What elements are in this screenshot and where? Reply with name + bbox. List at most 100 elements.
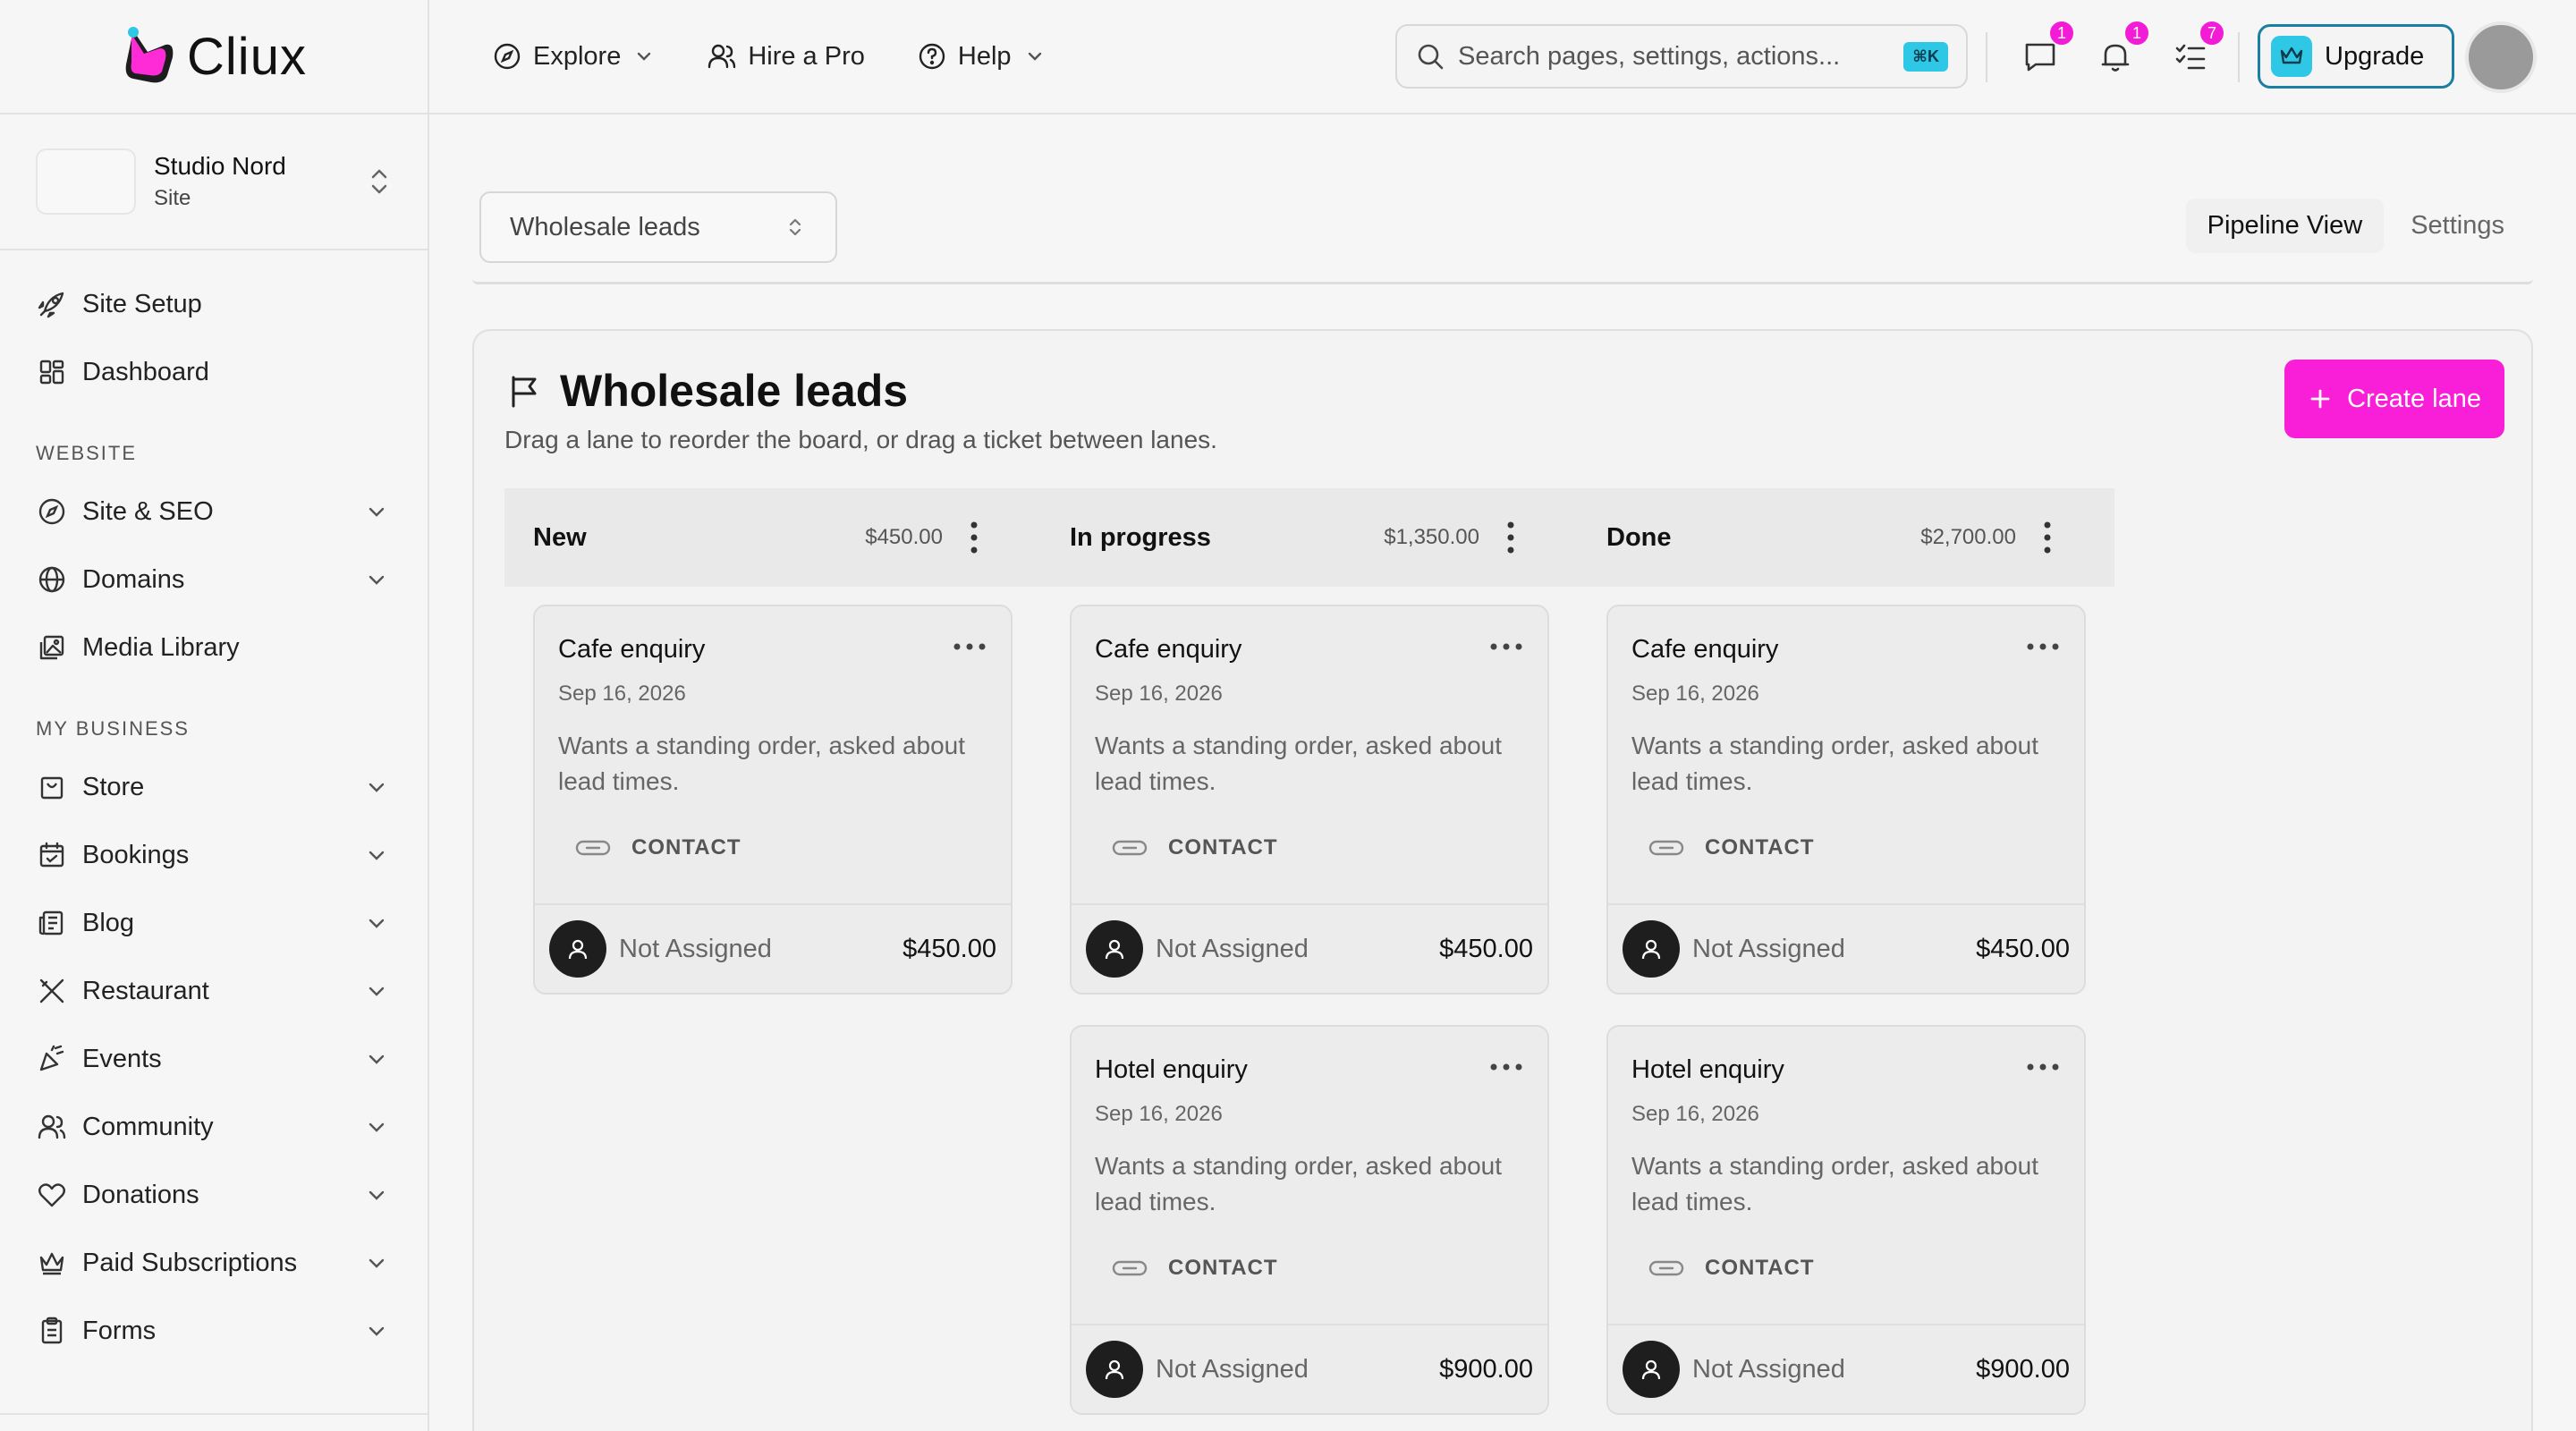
- sidebar-item-site-setup[interactable]: Site Setup: [0, 270, 428, 338]
- nav-hire-a-pro[interactable]: Hire a Pro: [707, 41, 865, 72]
- ticket-card[interactable]: Cafe enquiry Sep 16, 2026 Wants a standi…: [533, 605, 1013, 995]
- kebab-menu-icon[interactable]: [961, 518, 987, 557]
- sidebar: Cliux Studio Nord Site Site Setup Dashbo…: [0, 0, 429, 1431]
- messages-button[interactable]: 1: [2020, 20, 2075, 77]
- dashboard-icon: [36, 356, 68, 388]
- tab-pipeline-view[interactable]: Pipeline View: [2185, 199, 2385, 253]
- ticket-description: Wants a standing order, asked about lead…: [1095, 732, 1503, 795]
- chevron-down-icon: [633, 46, 655, 67]
- assignee-avatar-icon[interactable]: [1086, 920, 1143, 978]
- sidebar-section-title: MY BUSINESS: [36, 717, 190, 740]
- chevron-down-icon: [365, 979, 388, 1003]
- board-title-text: Wholesale leads: [560, 366, 909, 416]
- ticket-tag: CONTACT: [1111, 1256, 1278, 1281]
- sidebar-item-site-seo[interactable]: Site & SEO: [0, 478, 428, 546]
- ticket-card[interactable]: Hotel enquiry Sep 16, 2026 Wants a stand…: [1070, 1025, 1549, 1415]
- kebab-menu-icon[interactable]: [2034, 518, 2061, 557]
- nav-help[interactable]: Help: [917, 41, 1046, 72]
- lane-name: Done: [1606, 522, 1672, 552]
- compass-icon: [36, 495, 68, 528]
- more-options-icon[interactable]: [1488, 1054, 1524, 1080]
- assignee-avatar-icon[interactable]: [549, 920, 606, 978]
- tasks-button[interactable]: 7: [2170, 20, 2225, 77]
- lane-header-new[interactable]: New $450.00: [504, 488, 1005, 587]
- assignee-avatar-icon[interactable]: [1086, 1341, 1143, 1398]
- link-icon: [1648, 837, 1685, 859]
- site-switcher[interactable]: Studio Nord Site: [0, 114, 428, 250]
- notifications-button[interactable]: 1: [2095, 20, 2150, 77]
- sidebar-item-label: Paid Subscriptions: [82, 1248, 298, 1277]
- ticket-date: Sep 16, 2026: [558, 682, 686, 706]
- create-lane-button[interactable]: Create lane: [2284, 360, 2504, 438]
- board-selector-value: Wholesale leads: [510, 212, 700, 241]
- search-bar[interactable]: ⌘K: [1395, 24, 1968, 89]
- top-header: Explore Hire a Pro Help ⌘K 1 1: [429, 0, 2576, 114]
- search-input[interactable]: [1458, 41, 1904, 72]
- lane-header-done[interactable]: Done $2,700.00: [1578, 488, 2079, 587]
- sidebar-item-store[interactable]: Store: [0, 753, 428, 821]
- sidebar-item-restaurant[interactable]: Restaurant: [0, 957, 428, 1025]
- store-icon: [36, 771, 68, 803]
- sidebar-item-label: Blog: [82, 908, 135, 937]
- sidebar-item-paid-subscriptions[interactable]: Paid Subscriptions: [0, 1229, 428, 1297]
- sidebar-item-donations[interactable]: Donations: [0, 1161, 428, 1229]
- sidebar-item-media-library[interactable]: Media Library: [0, 614, 428, 682]
- lanes-header: New $450.00 In progress $1,350.00 Done $…: [504, 488, 2114, 587]
- sidebar-item-events[interactable]: Events: [0, 1025, 428, 1093]
- more-options-icon[interactable]: [1488, 633, 1524, 660]
- upgrade-label: Upgrade: [2325, 41, 2425, 71]
- tabs-divider: [472, 279, 2533, 284]
- user-avatar[interactable]: [2465, 21, 2537, 93]
- ticket-assignee: Not Assigned: [1692, 934, 1845, 963]
- sidebar-item-domains[interactable]: Domains: [0, 546, 428, 614]
- ticket-date: Sep 16, 2026: [1631, 682, 1759, 706]
- tab-settings[interactable]: Settings: [2389, 199, 2526, 253]
- kebab-menu-icon[interactable]: [1497, 518, 1524, 557]
- site-type: Site: [154, 186, 191, 210]
- sidebar-item-label: Domains: [82, 564, 185, 594]
- more-options-icon[interactable]: [2025, 633, 2061, 660]
- link-icon: [1111, 837, 1148, 859]
- search-icon: [1415, 41, 1445, 72]
- help-icon: [917, 41, 947, 72]
- sidebar-item-blog[interactable]: Blog: [0, 889, 428, 957]
- assignee-avatar-icon[interactable]: [1623, 920, 1680, 978]
- media-icon: [36, 631, 68, 664]
- sidebar-item-community[interactable]: Community: [0, 1093, 428, 1161]
- ticket-assignee: Not Assigned: [1692, 1354, 1845, 1384]
- ticket-card[interactable]: Hotel enquiry Sep 16, 2026 Wants a stand…: [1606, 1025, 2086, 1415]
- rocket-icon: [36, 288, 68, 320]
- chevron-down-icon: [1024, 46, 1046, 67]
- assignee-avatar-icon[interactable]: [1623, 1341, 1680, 1398]
- logo-mark-icon: [121, 25, 178, 88]
- view-tabs: Pipeline View Settings: [2185, 199, 2526, 253]
- lane-total: $2,700.00: [1920, 525, 2016, 549]
- sidebar-item-dashboard[interactable]: Dashboard: [0, 338, 428, 406]
- upgrade-button[interactable]: Upgrade: [2258, 24, 2454, 89]
- plus-icon: [2308, 386, 2333, 411]
- sidebar-item-bookings[interactable]: Bookings: [0, 821, 428, 889]
- board-subtitle: Drag a lane to reorder the board, or dra…: [504, 426, 1217, 453]
- ticket-card[interactable]: Cafe enquiry Sep 16, 2026 Wants a standi…: [1606, 605, 2086, 995]
- more-options-icon[interactable]: [2025, 1054, 2061, 1080]
- sidebar-item-label: Donations: [82, 1180, 199, 1209]
- nav-help-label: Help: [957, 41, 1012, 71]
- ticket-card[interactable]: Cafe enquiry Sep 16, 2026 Wants a standi…: [1070, 605, 1549, 995]
- ticket-amount: $450.00: [902, 934, 996, 963]
- chevron-down-icon: [365, 775, 388, 799]
- ticket-description: Wants a standing order, asked about lead…: [558, 732, 966, 795]
- ticket-description: Wants a standing order, asked about lead…: [1631, 732, 2039, 795]
- sidebar-section-title: WEBSITE: [36, 442, 138, 464]
- sidebar-item-label: Forms: [82, 1316, 157, 1345]
- calendar-icon: [36, 839, 68, 871]
- clipboard-icon: [36, 1315, 68, 1347]
- sidebar-item-label: Dashboard: [82, 357, 209, 386]
- site-name: Studio Nord: [154, 152, 286, 180]
- board-selector[interactable]: Wholesale leads: [479, 191, 837, 263]
- lane-header-in-progress[interactable]: In progress $1,350.00: [1041, 488, 1542, 587]
- nav-explore[interactable]: Explore: [492, 41, 655, 72]
- more-options-icon[interactable]: [952, 633, 987, 660]
- sidebar-item-forms[interactable]: Forms: [0, 1297, 428, 1365]
- ticket-assignee: Not Assigned: [1156, 934, 1309, 963]
- logo[interactable]: Cliux: [0, 0, 428, 114]
